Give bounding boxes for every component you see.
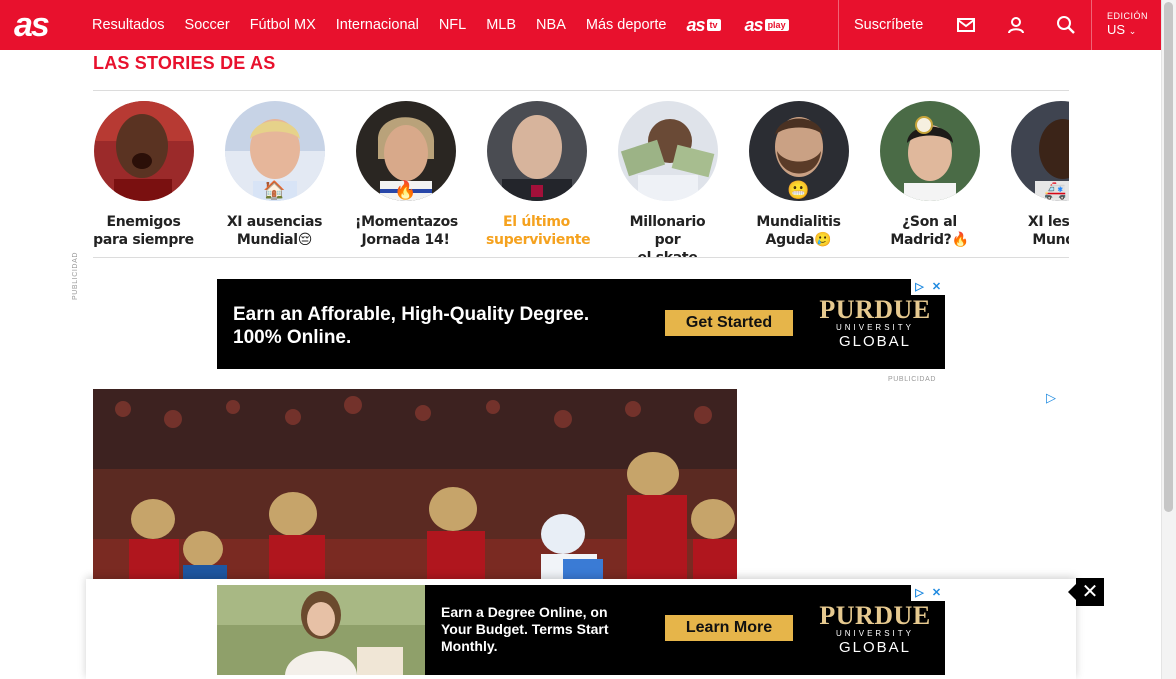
- adchoices-play-icon[interactable]: ▷: [1046, 390, 1056, 406]
- edition-value: US ⌄: [1107, 22, 1137, 37]
- story-item[interactable]: ¿Son al Madrid?🔥: [879, 101, 980, 249]
- main-nav: Resultados Soccer Fútbol MX Internaciona…: [92, 0, 813, 50]
- nav-mlb[interactable]: MLB: [486, 17, 516, 33]
- nav-divider: [838, 0, 839, 50]
- search-icon[interactable]: [1056, 15, 1076, 35]
- story-caption: ¿Son al Madrid?🔥: [890, 214, 969, 248]
- adchoices-icon[interactable]: ▷ ✕: [911, 279, 945, 295]
- story-item[interactable]: 🚑 XI lesionMundia: [1010, 101, 1069, 249]
- newsletter-icon[interactable]: [956, 15, 976, 35]
- story-caption: ¡Momentazos Jornada 14!: [355, 214, 458, 248]
- purdue-logo: PURDUE UNIVERSITY GLOBAL: [819, 295, 931, 351]
- story-thumbnail: [486, 101, 587, 201]
- story-thumbnail: [617, 101, 718, 201]
- story-thumbnail: 🚑: [1010, 101, 1069, 201]
- close-sticky-ad-button[interactable]: ✕: [1076, 578, 1104, 606]
- story-emoji: 🏠: [263, 180, 286, 200]
- story-caption: XI ausencias Mundial😔: [226, 214, 323, 248]
- top-banner-ad[interactable]: Earn an Afforable, High-Quality Degree. 1…: [217, 279, 945, 369]
- nav-resultados[interactable]: Resultados: [92, 17, 165, 33]
- nav-nba[interactable]: NBA: [536, 17, 566, 33]
- user-icon[interactable]: [1006, 15, 1026, 35]
- story-emoji: 🔥: [394, 180, 417, 200]
- bottom-banner-ad[interactable]: Earn a Degree Online, on Your Budget. Ter…: [217, 585, 945, 675]
- story-thumbnail: 🔥: [355, 101, 456, 201]
- nav-internacional[interactable]: Internacional: [336, 17, 419, 33]
- ad-photo: [217, 585, 425, 675]
- learn-more-button[interactable]: Learn More: [665, 615, 793, 641]
- nav-soccer[interactable]: Soccer: [185, 17, 230, 33]
- story-item[interactable]: Millonario por el skate: [617, 101, 718, 258]
- ad-headline: Earn an Afforable, High-Quality Degree. 1…: [233, 304, 590, 348]
- stories-carousel: Enemigos para siempre 🏠 XI ausencias Mundi…: [93, 90, 1069, 258]
- story-thumbnail: [93, 101, 194, 201]
- as-tv-link[interactable]: as tv: [686, 15, 721, 36]
- nav-divider: [1091, 0, 1092, 50]
- story-caption: El último superviviente: [486, 214, 591, 248]
- story-item[interactable]: 😬 Mundialitis Aguda🥲: [748, 101, 849, 249]
- nav-mas-deporte[interactable]: Más deporte: [586, 17, 667, 33]
- story-emoji: 🚑: [1044, 180, 1067, 200]
- sticky-bottom-ad-container: Earn a Degree Online, on Your Budget. Ter…: [86, 579, 1076, 679]
- as-play-link[interactable]: as play: [745, 15, 789, 36]
- top-nav-bar: as Resultados Soccer Fútbol MX Internaci…: [0, 0, 1161, 50]
- ad-headline: Earn a Degree Online, on Your Budget. Ter…: [441, 604, 609, 654]
- story-item[interactable]: 🏠 XI ausencias Mundial😔: [224, 101, 325, 249]
- story-item[interactable]: 🔥 ¡Momentazos Jornada 14!: [355, 101, 458, 249]
- story-thumbnail: 🏠: [224, 101, 325, 201]
- close-icon[interactable]: ✕: [928, 279, 945, 295]
- story-item[interactable]: El último superviviente: [486, 101, 591, 249]
- adchoices-play-icon: ▷: [911, 279, 928, 295]
- nav-futbol-mx[interactable]: Fútbol MX: [250, 17, 316, 33]
- get-started-button[interactable]: Get Started: [665, 310, 793, 336]
- publicidad-label: PUBLICIDAD: [888, 376, 937, 383]
- edition-label: EDICIÓN: [1107, 11, 1149, 21]
- story-caption: Enemigos para siempre: [93, 214, 194, 248]
- adchoices-play-icon: ▷: [911, 585, 928, 601]
- edition-selector[interactable]: EDICIÓN US ⌄: [1107, 11, 1148, 37]
- story-caption: Mundialitis Aguda🥲: [756, 214, 841, 248]
- close-button-notch: [1068, 584, 1076, 600]
- chevron-down-icon: ⌄: [1128, 26, 1137, 36]
- story-thumbnail: 😬: [748, 101, 849, 201]
- story-emoji: 😬: [787, 180, 810, 200]
- close-icon[interactable]: ✕: [928, 585, 945, 601]
- publicidad-label: PUBLICIDAD: [72, 251, 79, 300]
- stories-title: LAS STORIES DE AS: [93, 53, 276, 73]
- purdue-logo: PURDUE UNIVERSITY GLOBAL: [819, 601, 931, 657]
- story-caption: XI lesionMundia: [1027, 214, 1069, 248]
- story-item[interactable]: Enemigos para siempre: [93, 101, 194, 249]
- subscribe-link[interactable]: Suscríbete: [854, 0, 923, 50]
- scrollbar-thumb[interactable]: [1164, 2, 1173, 512]
- story-caption: Millonario por el skate: [629, 214, 706, 258]
- adchoices-icon[interactable]: ▷ ✕: [911, 585, 945, 601]
- story-thumbnail: [879, 101, 980, 201]
- as-logo[interactable]: as: [14, 8, 50, 42]
- nav-nfl[interactable]: NFL: [439, 17, 466, 33]
